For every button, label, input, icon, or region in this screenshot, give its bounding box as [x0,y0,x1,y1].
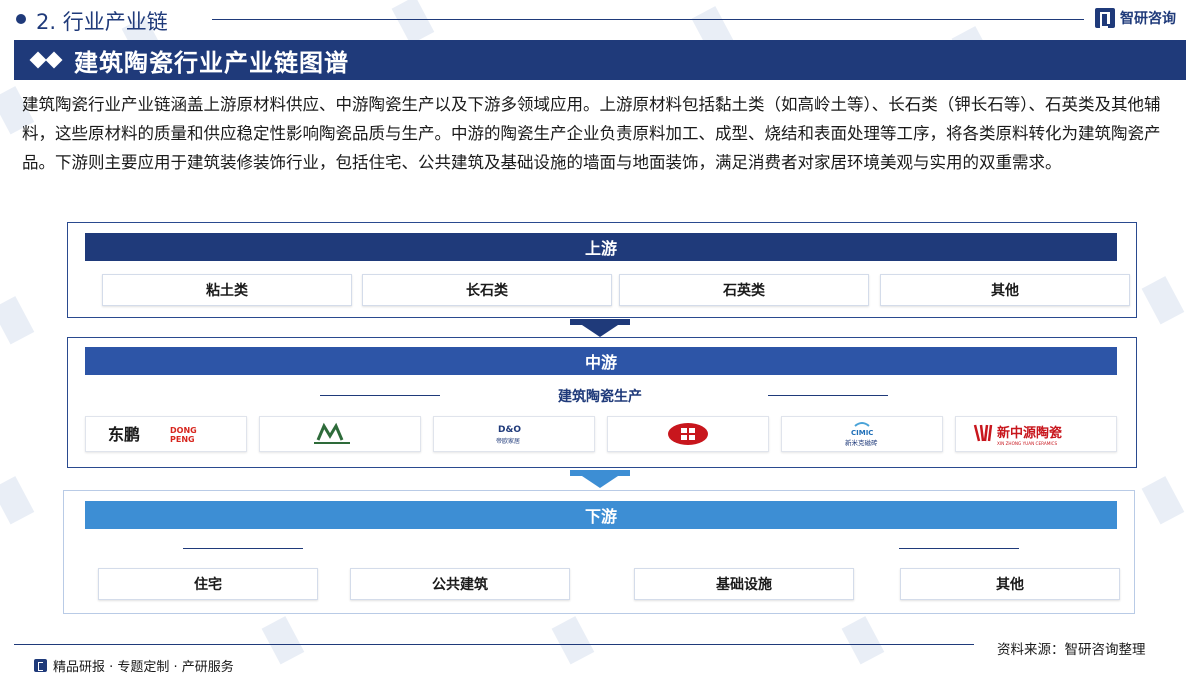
header-rule [212,19,1084,20]
data-source: 资料来源：智研咨询整理 [997,642,1146,658]
upstream-band: 上游 [85,233,1117,261]
watermark-logo: █ [0,475,38,525]
footer-rule [14,644,974,645]
watermark-logo: █ [262,615,308,665]
midstream-panel: 中游 建筑陶瓷生产 东鹏 DONG PENG D&O 帝欧家居 CIMIC 新米… [67,337,1137,468]
watermark-logo: █ [842,615,888,665]
company-logo-dongpeng: 东鹏 DONG PENG [85,416,247,452]
upstream-item: 石英类 [619,274,869,306]
top-header: 2. 行业产业链 智研咨询 [0,0,1200,38]
watermark-logo: █ [1142,475,1188,525]
midstream-sub-label: 建筑陶瓷生产 [558,389,642,405]
downstream-item: 其他 [900,568,1120,600]
svg-text:XIN ZHONG YUAN CERAMICS: XIN ZHONG YUAN CERAMICS [997,441,1057,446]
company-logo-marcopolo [259,416,421,452]
down-arrow-icon [582,325,618,337]
downstream-item: 基础设施 [634,568,854,600]
svg-text:PENG: PENG [170,435,195,444]
watermark-logo: █ [0,295,38,345]
brand: 智研咨询 [1095,8,1176,28]
upstream-item: 粘土类 [102,274,352,306]
brand-name: 智研咨询 [1120,11,1176,27]
svg-text:新中源陶瓷: 新中源陶瓷 [997,425,1062,441]
page-title: 建筑陶瓷行业产业链图谱 [74,48,349,77]
brand-logo-icon [1095,8,1115,28]
slogan-text: 精品研报 · 专题定制 · 产研服务 [53,660,234,675]
midstream-band: 中游 [85,347,1117,375]
upstream-item: 其他 [880,274,1130,306]
svg-text:帝欧家居: 帝欧家居 [496,437,520,445]
section-label: 2. 行业产业链 [36,10,168,34]
downstream-item: 公共建筑 [350,568,570,600]
diamond-icon [29,51,47,69]
downstream-panel: 下游 住宅 公共建筑 基础设施 其他 [63,490,1135,614]
sub-divider-right [899,548,1019,549]
company-logo-do: D&O 帝欧家居 [433,416,595,452]
downstream-band: 下游 [85,501,1117,529]
logo-cn: 东鹏 [108,425,140,444]
watermark-logo: █ [552,615,598,665]
bullet-dot-icon [16,14,26,24]
footer-slogan: 精品研报 · 专题定制 · 产研服务 [34,656,234,675]
diamond-icon [45,51,63,69]
company-logo-emblem [607,416,769,452]
company-logo-xinzhongyuan: 新中源陶瓷 XIN ZHONG YUAN CERAMICS [955,416,1117,452]
svg-text:CIMIC: CIMIC [851,429,873,437]
down-arrow-icon [582,476,618,488]
svg-text:DONG: DONG [170,426,197,435]
intro-paragraph: 建筑陶瓷行业产业链涵盖上游原材料供应、中游陶瓷生产以及下游多领域应用。上游原材料… [22,95,1161,172]
upstream-panel: 上游 粘土类 长石类 石英类 其他 [67,222,1137,318]
company-logo-cimic: CIMIC 新米克磁砖 [781,416,943,452]
sub-divider-right [768,395,888,396]
title-bar: 建筑陶瓷行业产业链图谱 [14,40,1186,80]
upstream-item: 长石类 [362,274,612,306]
svg-text:新米克磁砖: 新米克磁砖 [845,438,878,447]
watermark-logo: █ [1142,275,1188,325]
svg-text:D&O: D&O [498,425,521,435]
sub-divider-left [320,395,440,396]
sub-divider-left [183,548,303,549]
downstream-item: 住宅 [98,568,318,600]
brand-mini-logo-icon [34,659,47,672]
